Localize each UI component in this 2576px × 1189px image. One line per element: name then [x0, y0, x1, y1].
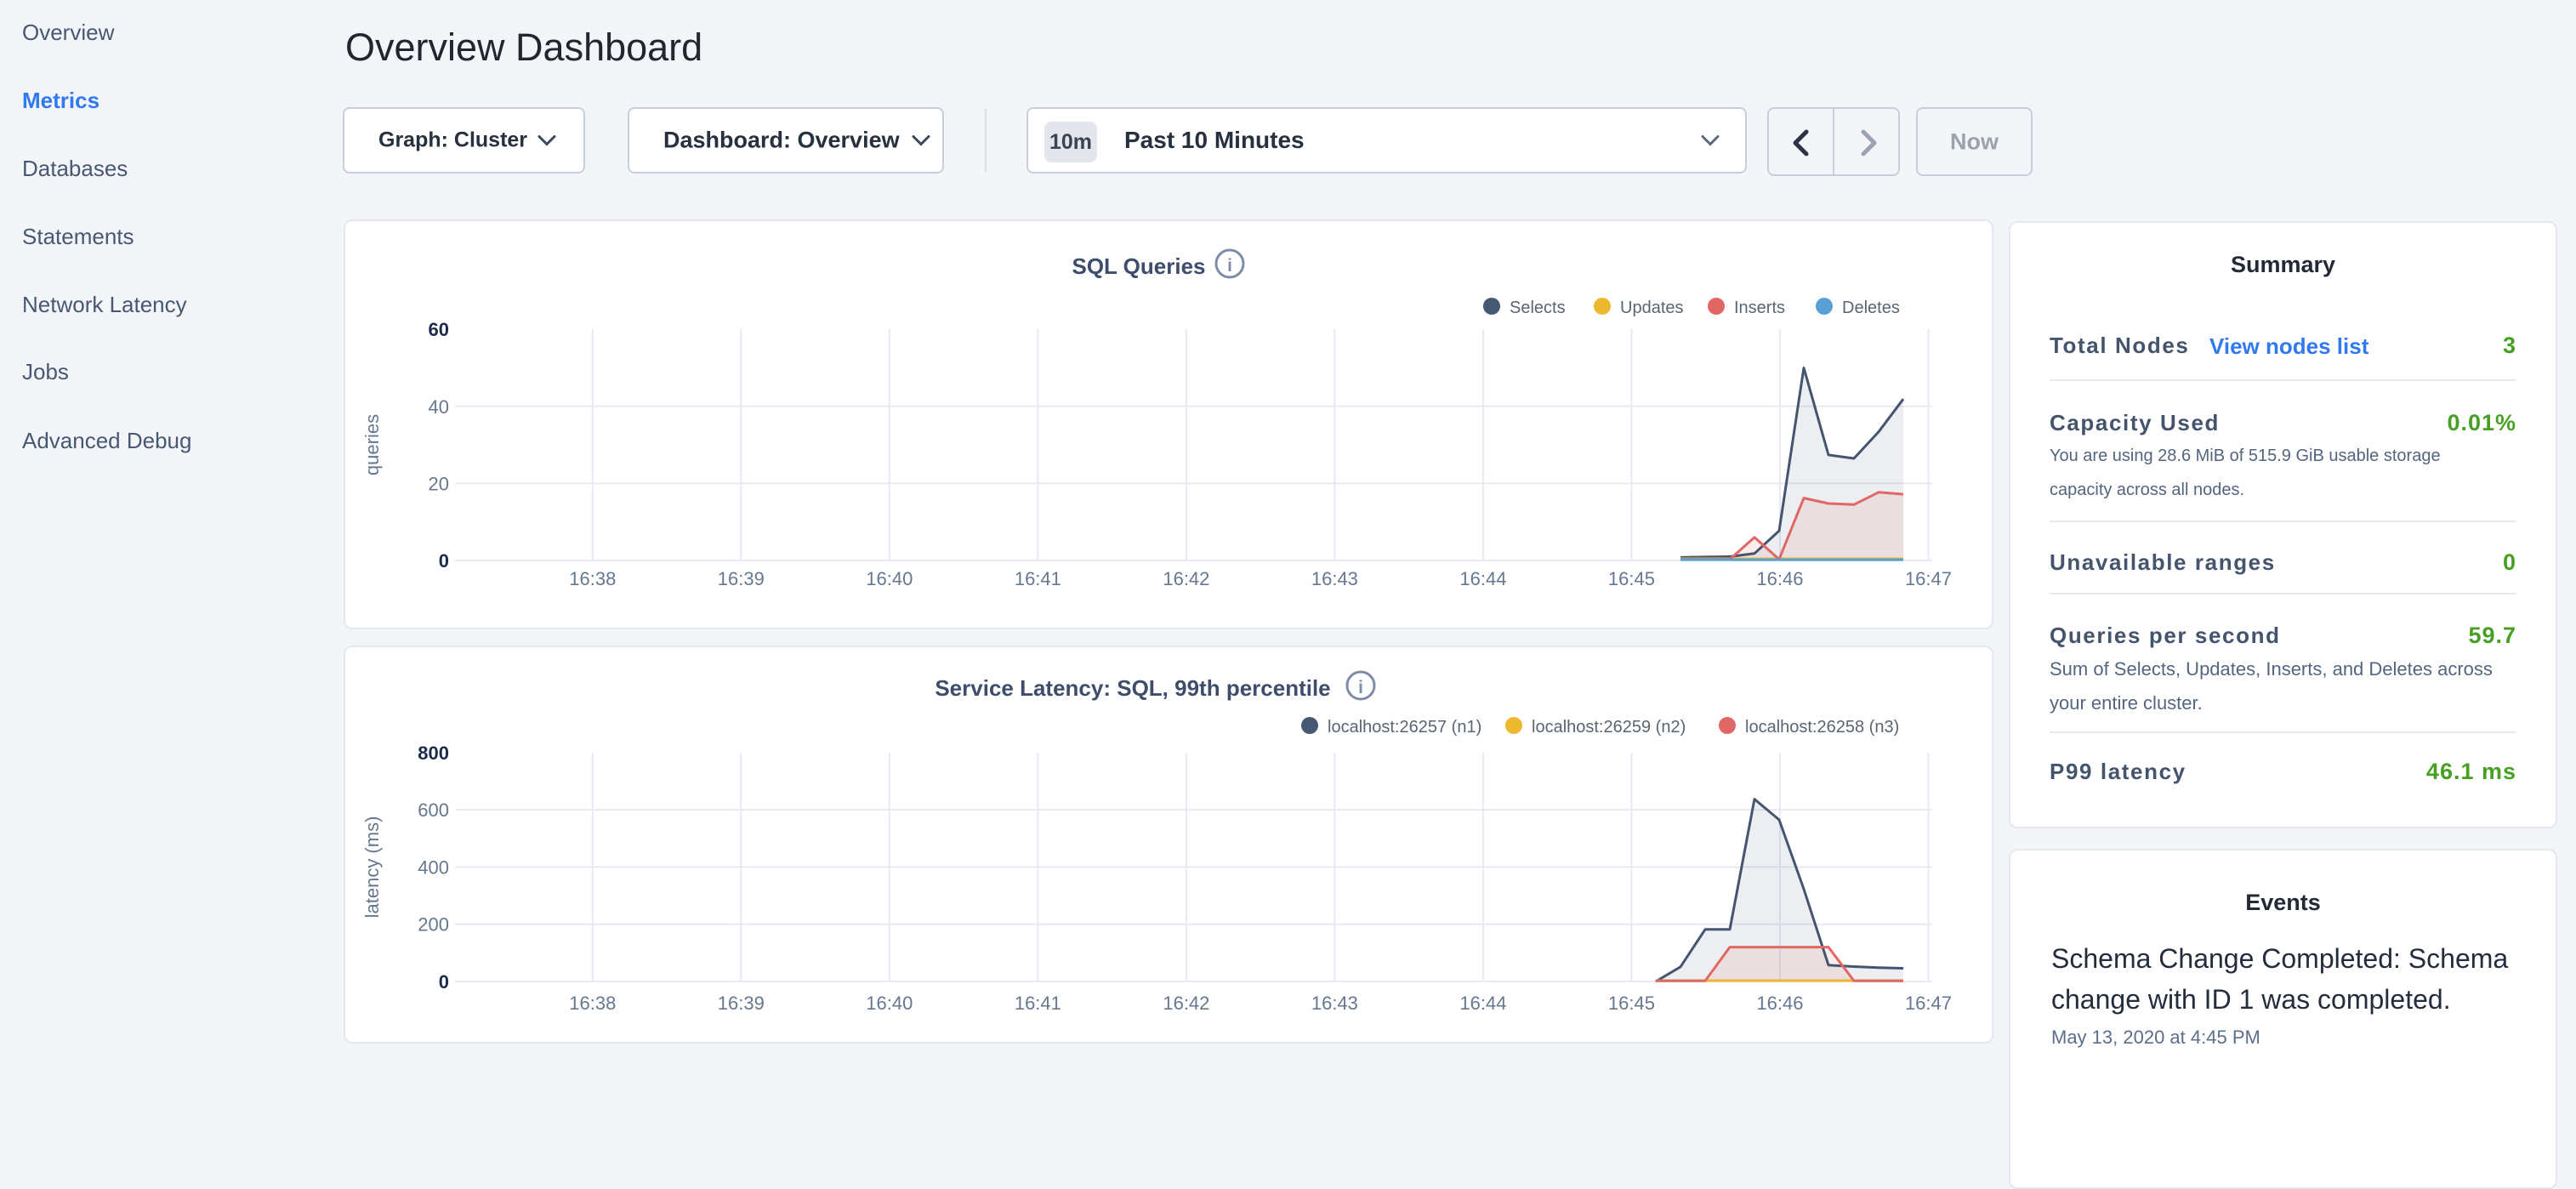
svg-text:SQL Queries: SQL Queries — [1072, 253, 1205, 279]
svg-text:800: 800 — [418, 742, 449, 764]
svg-text:16:47: 16:47 — [1905, 993, 1952, 1014]
svg-text:600: 600 — [418, 799, 449, 821]
svg-text:200: 200 — [418, 914, 449, 936]
svg-text:16:43: 16:43 — [1311, 568, 1358, 589]
svg-text:60: 60 — [429, 319, 449, 340]
svg-text:16:47: 16:47 — [1905, 568, 1952, 589]
svg-text:0: 0 — [439, 971, 449, 993]
svg-text:localhost:26258 (n3): localhost:26258 (n3) — [1745, 718, 1899, 737]
svg-text:16:39: 16:39 — [718, 568, 765, 589]
svg-text:Service Latency: SQL, 99th per: Service Latency: SQL, 99th percentile — [935, 675, 1330, 701]
svg-text:16:46: 16:46 — [1756, 993, 1803, 1014]
svg-text:16:43: 16:43 — [1311, 993, 1358, 1014]
svg-text:0: 0 — [439, 550, 449, 572]
svg-text:16:40: 16:40 — [866, 993, 913, 1014]
svg-text:16:45: 16:45 — [1608, 568, 1655, 589]
svg-text:localhost:26259 (n2): localhost:26259 (n2) — [1532, 718, 1686, 737]
svg-text:i: i — [1358, 678, 1363, 697]
svg-text:i: i — [1227, 256, 1232, 276]
svg-text:20: 20 — [429, 473, 449, 494]
svg-text:Inserts: Inserts — [1734, 299, 1785, 317]
svg-text:Updates: Updates — [1620, 299, 1684, 317]
svg-text:16:44: 16:44 — [1459, 568, 1506, 589]
svg-text:16:42: 16:42 — [1163, 993, 1209, 1014]
svg-text:localhost:26257 (n1): localhost:26257 (n1) — [1328, 718, 1481, 737]
svg-text:16:45: 16:45 — [1608, 993, 1655, 1014]
svg-text:latency (ms): latency (ms) — [361, 816, 383, 919]
svg-text:16:46: 16:46 — [1756, 568, 1803, 589]
svg-text:16:41: 16:41 — [1015, 568, 1061, 589]
svg-text:16:44: 16:44 — [1459, 993, 1506, 1014]
svg-text:40: 40 — [429, 396, 449, 418]
svg-text:queries: queries — [361, 414, 383, 475]
svg-text:16:38: 16:38 — [569, 568, 616, 589]
svg-text:16:42: 16:42 — [1163, 568, 1209, 589]
svg-text:16:38: 16:38 — [569, 993, 616, 1014]
svg-text:16:39: 16:39 — [718, 993, 765, 1014]
svg-text:16:40: 16:40 — [866, 568, 913, 589]
svg-text:400: 400 — [418, 856, 449, 878]
svg-text:16:41: 16:41 — [1015, 993, 1061, 1014]
svg-text:Deletes: Deletes — [1842, 299, 1900, 317]
svg-text:Selects: Selects — [1510, 299, 1566, 317]
